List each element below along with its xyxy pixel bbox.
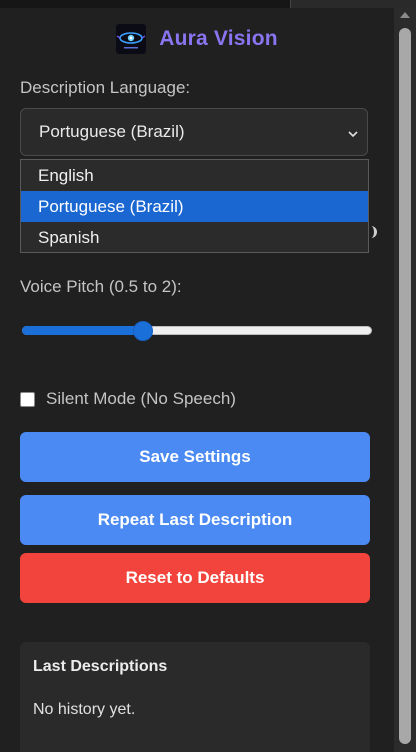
language-label: Description Language: (20, 78, 191, 97)
language-option-portuguese-brazil[interactable]: Portuguese (Brazil) (21, 191, 368, 222)
silent-mode-checkbox[interactable] (20, 391, 35, 407)
popup-scrollbar[interactable] (394, 8, 416, 752)
slider-fill (22, 326, 142, 335)
language-option-spanish[interactable]: Spanish (21, 222, 368, 253)
language-option-english[interactable]: English (21, 160, 368, 191)
voice-pitch-label: Voice Pitch (0.5 to 2): (20, 277, 182, 296)
history-empty-text: No history yet. (33, 701, 136, 718)
language-dropdown-list: English Portuguese (Brazil) Spanish (20, 159, 369, 253)
silent-mode-label[interactable]: Silent Mode (No Speech) (46, 389, 236, 409)
reset-defaults-button[interactable]: Reset to Defaults (20, 553, 370, 603)
silent-mode-row[interactable]: Silent Mode (No Speech) (20, 389, 236, 409)
aura-eye-logo-icon (116, 24, 147, 54)
browser-tab-edge (290, 0, 416, 8)
history-panel: Last Descriptions No history yet. (20, 642, 370, 752)
browser-top-strip (0, 0, 416, 8)
app-title: Aura Vision (159, 27, 278, 50)
scroll-up-arrow-icon[interactable] (400, 12, 410, 18)
repeat-last-description-button[interactable]: Repeat Last Description (20, 495, 370, 545)
save-settings-button[interactable]: Save Settings (20, 432, 370, 482)
chevron-down-icon (347, 125, 359, 145)
voice-pitch-slider[interactable] (22, 321, 372, 341)
history-title: Last Descriptions (33, 658, 168, 675)
browser-popup-frame: Aura Vision Description Language: Portug… (0, 0, 416, 752)
language-select[interactable]: Portuguese (Brazil) (20, 108, 368, 156)
popup-header: Aura Vision (0, 24, 394, 54)
scrollbar-thumb[interactable] (399, 28, 411, 744)
language-select-value: Portuguese (Brazil) (39, 122, 185, 141)
slider-thumb[interactable] (133, 321, 153, 341)
